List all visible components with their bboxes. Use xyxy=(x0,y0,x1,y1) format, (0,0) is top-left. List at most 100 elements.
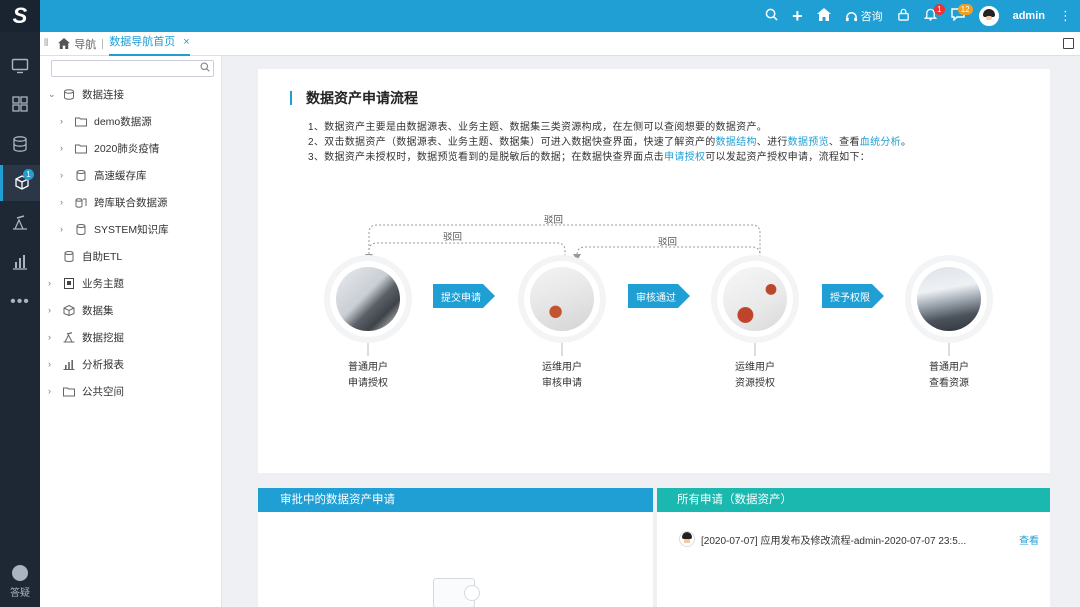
lock-icon[interactable] xyxy=(897,0,910,32)
consult-label: 咨询 xyxy=(860,11,883,23)
pending-requests-panel: 审批中的数据资产申请 xyxy=(258,488,653,607)
chevron-right-icon[interactable]: › xyxy=(48,359,58,369)
etl-icon xyxy=(63,250,75,262)
maximize-icon[interactable] xyxy=(1063,38,1074,49)
action-grant: 授予权限 xyxy=(822,284,884,308)
search-icon[interactable] xyxy=(765,0,778,32)
reject-label-left: 驳回 xyxy=(443,232,463,243)
question-icon xyxy=(12,565,28,581)
message-icon[interactable]: 12 xyxy=(950,0,973,32)
rail-reports[interactable] xyxy=(0,244,40,280)
rail-monitor[interactable] xyxy=(0,48,40,84)
home-icon[interactable] xyxy=(816,0,831,32)
bell-icon[interactable]: 1 xyxy=(923,0,945,32)
menu-toggle-icon[interactable]: ⫴ xyxy=(44,38,48,49)
pending-panel-title: 审批中的数据资产申请 xyxy=(258,488,653,512)
step-2-label: 运维用户 审核申请 xyxy=(542,362,582,389)
chevron-right-icon[interactable]: › xyxy=(48,278,58,288)
bar-chart-icon xyxy=(13,255,27,270)
tree-node-data-connection[interactable]: ⌄ 数据连接 xyxy=(48,85,124,103)
flow-diagram: 驳回 驳回 驳回 提交申请 审核通过 授予权限 普通用户 申请授权 运维用户 审… xyxy=(258,69,1050,473)
tree-node-covid[interactable]: › 2020肺炎疫情 xyxy=(60,139,159,157)
more-vertical-icon[interactable]: ⋮ xyxy=(1059,0,1072,32)
chevron-right-icon[interactable]: › xyxy=(60,143,70,153)
rail-badge: 1 xyxy=(23,169,34,180)
rail-help[interactable]: 答疑 xyxy=(0,565,40,599)
chevron-right-icon[interactable]: › xyxy=(48,332,58,342)
tree-node-cache[interactable]: › 高速缓存库 xyxy=(60,166,147,184)
empty-state-icon xyxy=(433,578,480,607)
all-requests-panel: 所有申请（数据资产） [2020-07-07] 应用发布及修改流程-admin-… xyxy=(657,488,1050,607)
notification-badge: 1 xyxy=(934,4,945,15)
tab-home-label: 导航 xyxy=(74,38,97,51)
view-link[interactable]: 查看 xyxy=(1019,532,1039,547)
tree-search-input[interactable] xyxy=(51,60,214,77)
tree-node-public-space[interactable]: › 公共空间 xyxy=(48,382,124,400)
database-icon xyxy=(75,169,87,181)
tree-node-federated[interactable]: › 跨库联合数据源 xyxy=(60,193,168,211)
step-1-image xyxy=(330,261,406,337)
list-item[interactable]: [2020-07-07] 应用发布及修改流程-admin-2020-07-07 … xyxy=(679,531,1039,547)
rail-apps[interactable] xyxy=(0,86,40,122)
step-4-image xyxy=(911,261,987,337)
rail-more[interactable]: ••• xyxy=(0,284,40,320)
resource-tree: ⌄ 数据连接 › demo数据源 › 2020肺炎疫情 › 高速缓存库 › 跨库… xyxy=(40,56,222,607)
theme-icon xyxy=(63,277,75,289)
chevron-right-icon[interactable]: › xyxy=(60,224,70,234)
message-badge: 12 xyxy=(957,4,973,15)
reject-label-right: 驳回 xyxy=(658,237,678,248)
help-label: 答疑 xyxy=(10,588,30,599)
close-icon[interactable]: × xyxy=(183,31,189,54)
top-bar: S + 咨询 1 12 admin ⋮ xyxy=(0,0,1080,32)
mining-icon xyxy=(13,215,27,230)
tree-node-reports[interactable]: › 分析报表 xyxy=(48,355,124,373)
tree-node-demo[interactable]: › demo数据源 xyxy=(60,112,152,130)
more-horizontal-icon: ••• xyxy=(10,293,30,310)
rail-database[interactable] xyxy=(0,126,40,162)
left-rail: 1 ••• 答疑 xyxy=(0,32,40,607)
bar-chart-icon xyxy=(63,359,75,370)
action-approve: 审核通过 xyxy=(628,284,690,308)
reject-label-top: 驳回 xyxy=(544,215,564,226)
chevron-right-icon[interactable]: › xyxy=(60,116,70,126)
step-1-label: 普通用户 申请授权 xyxy=(348,362,388,389)
step-4-label: 普通用户 查看资源 xyxy=(929,362,969,389)
tree-node-mining[interactable]: › 数据挖掘 xyxy=(48,328,124,346)
tree-node-dataset[interactable]: › 数据集 xyxy=(48,301,114,319)
action-submit: 提交申请 xyxy=(433,284,495,308)
home-icon xyxy=(58,38,71,49)
multi-database-icon xyxy=(75,197,87,208)
chevron-right-icon[interactable]: › xyxy=(60,170,70,180)
rail-mining[interactable] xyxy=(0,205,40,241)
database-icon xyxy=(75,223,87,235)
tab-home[interactable]: 导航 xyxy=(58,36,96,52)
data-connection-icon xyxy=(63,88,75,100)
step-2-image xyxy=(524,261,600,337)
tab-data-navigation[interactable]: 数据导航首页 × xyxy=(109,31,190,56)
search-icon[interactable] xyxy=(200,62,210,75)
request-text: [2020-07-07] 应用发布及修改流程-admin-2020-07-07 … xyxy=(701,535,967,547)
tree-node-etl[interactable]: 自助ETL xyxy=(48,247,122,265)
tree-node-system[interactable]: › SYSTEM知识库 xyxy=(60,220,169,238)
folder-icon xyxy=(63,386,75,397)
grid-icon xyxy=(12,96,28,112)
chevron-right-icon[interactable]: › xyxy=(48,386,58,396)
chevron-right-icon[interactable]: › xyxy=(60,197,70,207)
step-3-label: 运维用户 资源授权 xyxy=(735,362,775,389)
user-avatar xyxy=(679,531,695,547)
tab-divider xyxy=(102,38,104,49)
monitor-icon xyxy=(11,58,29,74)
cube-icon xyxy=(63,304,75,316)
add-icon[interactable]: + xyxy=(792,0,803,32)
rail-data-assets[interactable]: 1 xyxy=(0,165,40,201)
flow-panel: 数据资产申请流程 1、数据资产主要是由数据源表、业务主题、数据集三类资源构成，在… xyxy=(258,69,1050,473)
tree-node-business-theme[interactable]: › 业务主题 xyxy=(48,274,124,292)
mining-icon xyxy=(63,331,75,343)
user-name[interactable]: admin xyxy=(1013,10,1045,22)
tab-active-label: 数据导航首页 xyxy=(109,36,176,48)
consult-button[interactable]: 咨询 xyxy=(845,8,883,24)
chevron-down-icon[interactable]: ⌄ xyxy=(48,89,58,100)
app-logo[interactable]: S xyxy=(0,0,40,32)
chevron-right-icon[interactable]: › xyxy=(48,305,58,315)
user-avatar[interactable] xyxy=(978,6,999,26)
